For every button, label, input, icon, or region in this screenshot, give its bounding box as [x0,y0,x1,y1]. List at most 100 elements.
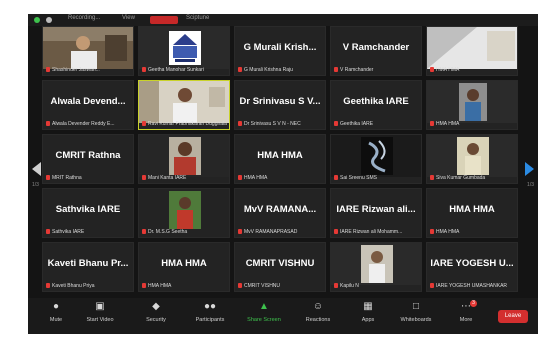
participant-tile[interactable]: HMA HMA [426,80,518,130]
start-video-button[interactable]: ▣ Start Video [80,301,120,324]
participant-video [139,81,229,123]
participant-tile[interactable]: CMRIT VISHNU CMRIT VISHNU [234,242,326,292]
participant-tile[interactable]: IARE YOGESH U... IARE YOGESH UMASHANKAR [426,242,518,292]
notification-badge: 3 [470,300,477,307]
recording-label: Recording... [68,15,101,21]
participant-avatar-image [331,135,421,177]
participant-name: Dr. M.S.G Seetha [148,229,188,235]
microphone-icon: ● [52,301,60,312]
more-button[interactable]: ⋯ 3 More [446,300,486,323]
participant-name: Kapilu N [340,283,359,289]
participant-display-name: HMA HMA [449,204,495,215]
participant-display-name: Kaveti Bhanu Pr... [47,258,129,269]
participant-display-name: HMA HMA [161,258,207,269]
participant-tile[interactable]: HMA HMA HMA HMA [138,242,230,292]
participant-name: Geetha Manohar Sunkari [148,67,204,73]
participant-name: MvV RAMANAPRASAD [244,229,298,235]
participant-name: HMA HMA [244,175,268,181]
participant-tile[interactable]: Sai Sreenu SMS [330,134,422,184]
participant-display-name: Sathvika IARE [55,204,121,215]
participant-name: Sai Sreenu SMS [340,175,377,181]
participant-name: IARE YOGESH UMASHANKAR [436,283,508,289]
participant-name: HMA HMA [436,121,460,127]
participant-display-name: G Murali Krish... [243,42,317,53]
participant-tile[interactable]: HMA HMA HMA HMA [234,134,326,184]
participant-display-name: Dr Srinivasu S V... [239,96,321,107]
active-speaker-tile[interactable]: Ravi Kumar Prabhakaran Duggirala [138,80,230,130]
participant-tile[interactable]: Geetha Manohar Sunkari [138,26,230,76]
participant-tile[interactable]: Sathvika IARE Sathvika IARE [42,188,134,238]
security-button[interactable]: ◆ Security [136,301,176,324]
participant-video [43,27,133,69]
participant-tile[interactable]: Shashinder Jaswan... [42,26,134,76]
participant-tile[interactable]: Kapilu N [330,242,422,292]
participant-name: Kaveti Bhanu Priya [52,283,95,289]
participant-tile[interactable]: Mani Kanta IARE [138,134,230,184]
participant-display-name: CMRIT VISHNU [245,258,315,269]
participant-name: Ravi Kumar Prabhakaran Duggirala [148,121,227,127]
participant-video [427,27,517,69]
participant-tile[interactable]: CMRIT Rathna MRIT Rathna [42,134,134,184]
apps-icon: ▦ [363,301,373,312]
participant-tile[interactable]: Alwala Devend... Alwala Devender Reddy E… [42,80,134,130]
participant-name: IARE Rizwan ali Mohamm... [340,229,403,235]
participant-tile[interactable]: Dr. M.S.G Seetha [138,188,230,238]
participant-display-name: Alwala Devend... [50,96,126,107]
participant-name: Geethika IARE [340,121,374,127]
participant-tile[interactable]: IARE Rizwan ali... IARE Rizwan ali Moham… [330,188,422,238]
next-page-arrow[interactable] [525,162,534,176]
camera-off-icon: ▣ [95,301,105,312]
recording-indicator[interactable] [150,16,178,24]
leave-button[interactable]: Leave [498,310,528,323]
page-indicator-right: 1/3 [527,182,534,188]
participant-display-name: IARE Rizwan ali... [336,204,416,215]
participant-display-name: CMRIT Rathna [55,150,121,161]
participant-display-name: HMA HMA [257,150,303,161]
participant-tile[interactable]: HMA HMA [426,26,518,76]
participant-name: CMRIT VISHNU [244,283,281,289]
participant-logo [139,27,229,69]
whiteboard-icon: □ [412,301,420,312]
participant-name: G Murali Krishna Raju [244,67,293,73]
reactions-button[interactable]: ☺ Reactions [298,302,338,324]
participant-grid: Shashinder Jaswan... Geetha Manohar Sunk… [42,26,520,296]
participant-video [139,189,229,231]
participants-icon: ●● [204,301,217,312]
participant-tile[interactable]: MvV RAMANA... MvV RAMANAPRASAD [234,188,326,238]
shield-icon: ◆ [152,301,160,312]
participant-name: Dr Srinivasu S V N - NEC [244,121,301,127]
participant-tile[interactable]: Dr Srinivasu S V... Dr Srinivasu S V N -… [234,80,326,130]
participant-video [427,81,517,123]
participant-name: HMA HMA [436,229,460,235]
participant-name: Siva Kumar Gumbada [436,175,486,181]
participant-tile[interactable]: V Ramchander V Ramchander [330,26,422,76]
share-screen-icon: ▲ [259,301,269,312]
meeting-toolbar: ● Mute ▣ Start Video ◆ Security ●● Parti… [28,298,538,334]
connection-icon[interactable] [34,17,40,23]
participant-video [427,135,517,177]
previous-page-arrow[interactable] [32,162,41,176]
participant-tile[interactable]: Siva Kumar Gumbada [426,134,518,184]
participant-video [139,135,229,177]
participant-name: MRIT Rathna [52,175,82,181]
participant-name: HMA HMA [148,283,172,289]
share-screen-button[interactable]: ▲ Share Screen [244,301,284,324]
page-indicator-left: 1/3 [32,182,39,188]
top-tag: Sciptune [186,15,210,21]
view-label[interactable]: View [122,15,135,21]
zoom-window: Recording... View Sciptune 1/3 1/3 Shash… [28,14,538,334]
participants-button[interactable]: ●● Participants [190,301,230,324]
info-icon[interactable] [46,17,52,23]
apps-button[interactable]: ▦ Apps [348,301,388,324]
whiteboards-button[interactable]: □ Whiteboards [396,301,436,324]
participant-name: Shashinder Jaswan... [52,67,100,73]
top-bar: Recording... View Sciptune [28,14,538,26]
participant-display-name: V Ramchander [342,42,410,53]
participant-tile[interactable]: Geethika IARE Geethika IARE [330,80,422,130]
participant-video [331,243,421,285]
participant-tile[interactable]: Kaveti Bhanu Pr... Kaveti Bhanu Priya [42,242,134,292]
participant-name: HMA HMA [436,67,460,73]
mute-button[interactable]: ● Mute [36,301,76,324]
participant-tile[interactable]: G Murali Krish... G Murali Krishna Raju [234,26,326,76]
participant-tile[interactable]: HMA HMA HMA HMA [426,188,518,238]
